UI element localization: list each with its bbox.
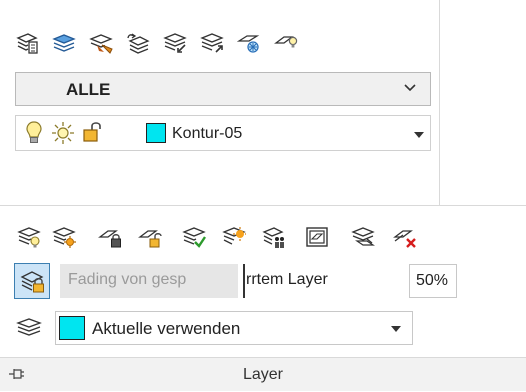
panel-footer: Layer xyxy=(0,357,526,391)
layer-state-value: ALLE xyxy=(66,80,111,99)
dropdown-arrow-icon xyxy=(391,326,401,332)
match-layer-icon[interactable] xyxy=(162,30,188,56)
layer-freeze-settings-icon[interactable] xyxy=(236,30,262,56)
locked-layer-fade-icon xyxy=(20,271,44,293)
isolate-layer-icon[interactable] xyxy=(16,224,42,250)
layer-dropdown[interactable]: Kontur-05 xyxy=(15,115,431,151)
sun-icon[interactable] xyxy=(51,121,75,145)
change-to-current-layer-icon[interactable] xyxy=(199,30,225,56)
layer-light-icon[interactable] xyxy=(273,30,299,56)
copy-to-layer-icon[interactable] xyxy=(350,224,376,250)
fading-slider-field[interactable]: Fading von gesp xyxy=(60,264,238,298)
dropdown-arrow-icon xyxy=(414,132,424,138)
unlock-icon[interactable] xyxy=(82,120,104,144)
delete-layer-icon[interactable] xyxy=(392,224,418,250)
merge-layer-icon[interactable] xyxy=(261,224,287,250)
fading-percent-input[interactable]: 50% xyxy=(409,264,457,298)
lock-layer-icon[interactable] xyxy=(97,224,123,250)
layer-toolbar-upper xyxy=(14,30,310,56)
panel-title: Layer xyxy=(242,366,284,383)
color-dropdown[interactable]: Aktuelle verwenden xyxy=(55,311,413,345)
unisolate-layer-icon[interactable] xyxy=(51,224,77,250)
layer-color-swatch[interactable] xyxy=(146,123,166,143)
color-swatch xyxy=(59,316,85,340)
make-object-layer-current-icon[interactable] xyxy=(88,30,114,56)
layer-name: Kontur-05 xyxy=(172,125,243,142)
layer-toolbar-lower xyxy=(16,224,418,250)
previous-layer-icon[interactable] xyxy=(125,30,151,56)
layer-properties-icon[interactable] xyxy=(14,30,40,56)
panel-divider xyxy=(439,0,440,205)
fading-label-rest: rrtem Layer xyxy=(246,271,328,288)
color-value: Aktuelle verwenden xyxy=(92,319,241,338)
fading-slider-thumb[interactable] xyxy=(243,264,245,298)
unlock-layer-icon[interactable] xyxy=(137,224,163,250)
layer-walk-icon[interactable] xyxy=(221,224,247,250)
layer-state-dropdown[interactable]: ALLE xyxy=(15,72,431,106)
lock-fading-toggle-button[interactable] xyxy=(14,263,50,299)
chevron-down-icon xyxy=(404,84,416,92)
layer-stack-icon xyxy=(16,318,42,336)
layer-match-check-icon[interactable] xyxy=(181,224,207,250)
layer-states-icon[interactable] xyxy=(51,30,77,56)
viewport-icon[interactable] xyxy=(304,224,330,250)
lightbulb-icon[interactable] xyxy=(26,121,42,145)
